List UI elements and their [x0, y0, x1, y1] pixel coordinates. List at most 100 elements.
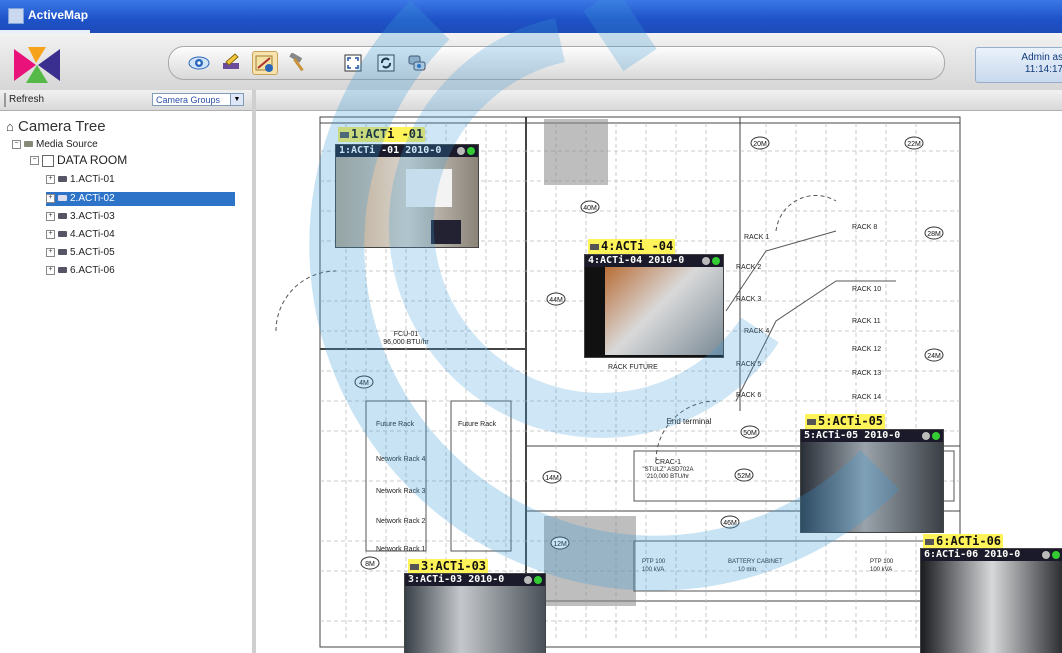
svg-text:22M: 22M	[907, 141, 921, 148]
callout: 40M	[580, 200, 600, 214]
title-bar: ActiveMap	[0, 0, 1062, 33]
tree-item-media-source[interactable]: − Media Source	[12, 138, 98, 152]
floor-plan-map[interactable]: FCU-01 96,000 BTU/hr End terminal CRAC-1…	[256, 111, 1062, 653]
map-label: "STULZ" ASD702A	[643, 467, 694, 473]
camera-icon	[58, 267, 67, 274]
svg-text:46M: 46M	[723, 520, 737, 527]
chevron-down-icon[interactable]: ▼	[230, 94, 243, 105]
video-header: 4:ACTi-04 2010-0	[585, 255, 723, 267]
expand-icon[interactable]: +	[46, 247, 55, 257]
camera-feed-image	[801, 442, 943, 532]
camera-icon	[410, 563, 419, 570]
map-label: RACK 8	[852, 224, 877, 231]
home-icon: ⌂	[6, 119, 14, 134]
camera-video-panel[interactable]: 5:ACTi-05 2010-0	[800, 429, 944, 533]
expand-icon[interactable]: +	[46, 211, 55, 221]
camera-map-marker[interactable]: 5:ACTi-05	[805, 414, 886, 429]
expand-icon[interactable]: +	[46, 193, 55, 203]
cameras-icon[interactable]	[404, 51, 430, 75]
camera-icon	[58, 249, 67, 256]
map-label: RACK 11	[852, 318, 881, 325]
window-title: ActiveMap	[28, 8, 89, 22]
svg-text:20M: 20M	[753, 141, 767, 148]
camera-map-marker[interactable]: 3:ACTi-03	[408, 559, 489, 574]
main-toolbar: Admin as A 11:14:17 F	[0, 33, 1062, 91]
callout: 24M	[924, 348, 944, 362]
refresh-button[interactable]: Refresh	[4, 93, 59, 107]
tree-item-data-room[interactable]: − DATA ROOM	[30, 153, 127, 167]
pencil-icon[interactable]	[218, 51, 244, 75]
camera-video-panel[interactable]: 4:ACTi-04 2010-0	[584, 254, 724, 358]
app-logo	[14, 47, 60, 83]
map-label: CRAC-1	[655, 459, 681, 466]
map-label: 100 kVA	[642, 567, 664, 573]
camera-icon	[807, 418, 816, 425]
camera-video-panel[interactable]: 6:ACTi-06 2010-0	[920, 548, 1062, 653]
svg-text:44M: 44M	[549, 297, 563, 304]
camera-video-panel[interactable]: 1:ACTi -01 2010-0	[335, 144, 479, 248]
map-label: RACK 10	[852, 286, 881, 293]
fullscreen-icon[interactable]	[340, 51, 366, 75]
map-label: Future Rack	[458, 421, 497, 428]
map-label: 210,000 BTU/hr	[647, 474, 689, 480]
user-status-box: Admin as A 11:14:17 F	[975, 47, 1062, 83]
expand-icon[interactable]: +	[46, 229, 55, 239]
callout: 44M	[546, 292, 566, 306]
collapse-icon[interactable]: −	[30, 156, 39, 166]
callout: 12M	[550, 536, 570, 550]
refresh-view-icon[interactable]	[373, 51, 399, 75]
expand-icon[interactable]: +	[46, 265, 55, 275]
tree-item-camera[interactable]: +6.ACTi-06	[46, 264, 115, 278]
camera-map-marker[interactable]: 4:ACTi -04	[588, 239, 676, 254]
camera-groups-value: Camera Groups	[156, 95, 221, 105]
map-label: RACK 4	[744, 328, 769, 335]
camera-icon	[58, 231, 67, 238]
map-edit-icon[interactable]	[252, 51, 278, 75]
callout: 46M	[720, 515, 740, 529]
map-label: Network Rack 3	[376, 488, 426, 495]
tree-toolbar: Refresh Camera Groups ▼	[0, 90, 1062, 111]
tree-item-camera[interactable]: +3.ACTi-03	[46, 210, 115, 224]
camera-map-marker[interactable]: 1:ACTi -01	[338, 127, 426, 142]
hammer-icon[interactable]	[286, 51, 312, 75]
camera-icon	[58, 176, 67, 183]
camera-icon	[58, 195, 67, 202]
expand-icon[interactable]: +	[46, 174, 55, 184]
video-header: 6:ACTi-06 2010-0	[921, 549, 1062, 561]
map-label: RACK 6	[736, 392, 761, 399]
camera-feed-image	[605, 267, 723, 355]
eye-icon[interactable]	[186, 51, 212, 75]
svg-text:28M: 28M	[927, 231, 941, 238]
map-label: RACK 12	[852, 346, 881, 353]
tree-item-camera[interactable]: +5.ACTi-05	[46, 246, 115, 260]
camera-groups-select[interactable]: Camera Groups ▼	[152, 93, 244, 106]
map-label: RACK 5	[736, 361, 761, 368]
video-header: 1:ACTi -01 2010-0	[336, 145, 478, 157]
video-header: 3:ACTi-03 2010-0	[405, 574, 545, 586]
svg-text:12M: 12M	[553, 541, 567, 548]
tree-item-camera[interactable]: +1.ACTi-01	[46, 173, 115, 187]
map-label: 100 kVA	[870, 567, 892, 573]
camera-video-panel[interactable]: 3:ACTi-03 2010-0	[404, 573, 546, 653]
camera-icon	[340, 131, 349, 138]
map-label: RACK 13	[852, 370, 881, 377]
camera-map-marker[interactable]: 6:ACTi-06	[923, 534, 1004, 549]
camera-feed-image	[405, 586, 545, 653]
map-label: 10 min	[738, 567, 756, 573]
svg-text:40M: 40M	[583, 205, 597, 212]
svg-text:8M: 8M	[365, 561, 375, 568]
map-label: 96,000 BTU/hr	[383, 339, 429, 346]
user-login-text: Admin as A	[1021, 52, 1062, 63]
svg-text:24M: 24M	[927, 353, 941, 360]
tree-item-camera[interactable]: +4.ACTi-04	[46, 228, 115, 242]
camera-tree-root[interactable]: ⌂ Camera Tree	[6, 118, 106, 135]
callout: 14M	[542, 470, 562, 484]
callout: 50M	[740, 425, 760, 439]
map-label: Network Rack 2	[376, 518, 426, 525]
tree-item-camera-selected[interactable]: +2.ACTi-02	[46, 192, 235, 206]
map-label: PTP 100	[870, 559, 894, 565]
toolbar-pill	[168, 46, 945, 80]
collapse-icon[interactable]: −	[12, 139, 21, 149]
camera-icon	[58, 213, 67, 220]
map-label: RACK 14	[852, 394, 881, 401]
